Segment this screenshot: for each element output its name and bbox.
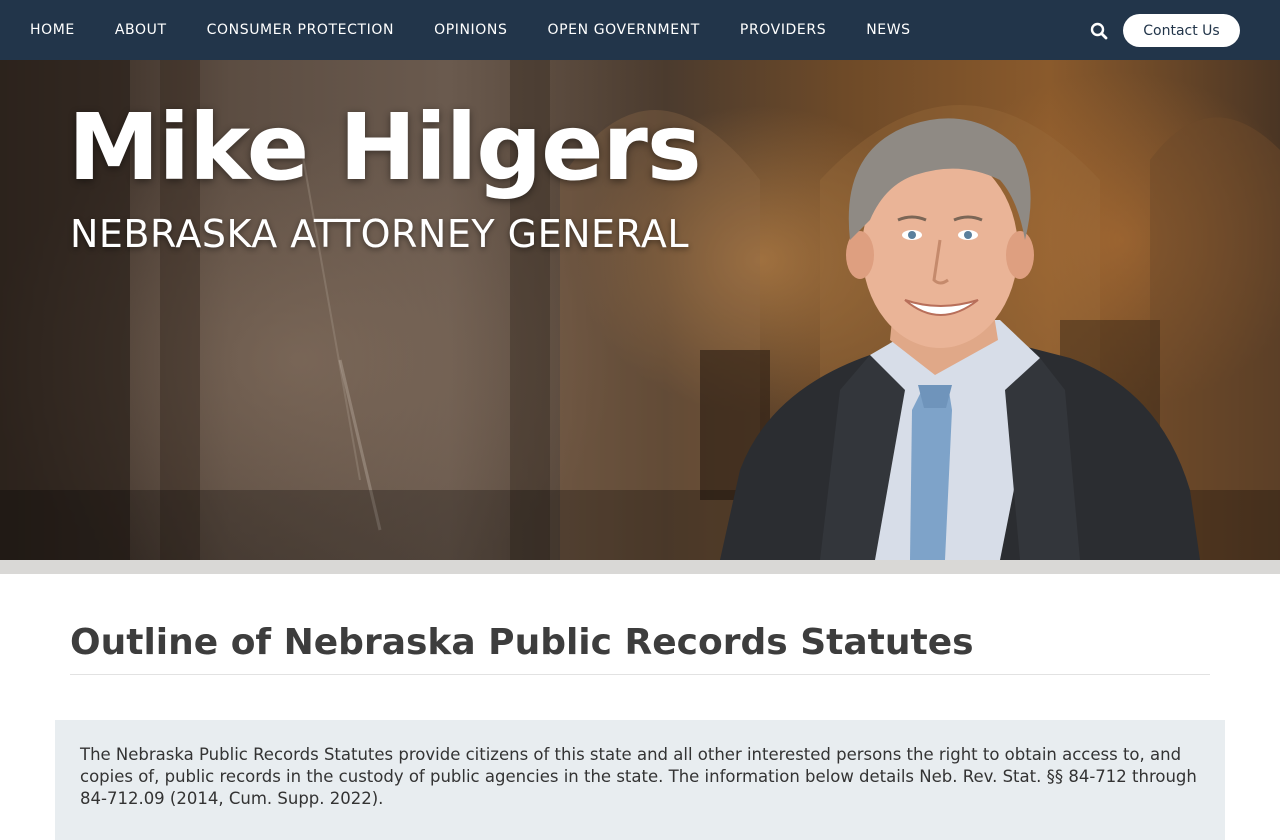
nav-item-open-government[interactable]: OPEN GOVERNMENT	[547, 22, 699, 38]
nav-item-about[interactable]: ABOUT	[115, 22, 167, 38]
nav-item-providers[interactable]: PROVIDERS	[740, 22, 826, 38]
nav-item-opinions[interactable]: OPINIONS	[434, 22, 507, 38]
hero-subtitle: NEBRASKA ATTORNEY GENERAL	[70, 212, 690, 256]
attorney-general-portrait	[720, 118, 1200, 560]
nav-item-home[interactable]: HOME	[30, 22, 75, 38]
search-icon[interactable]	[1088, 20, 1110, 42]
nav-item-consumer-protection[interactable]: CONSUMER PROTECTION	[207, 22, 394, 38]
hero-banner: Mike Hilgers NEBRASKA ATTORNEY GENERAL	[0, 60, 1280, 560]
hero-divider	[0, 560, 1280, 574]
intro-panel: The Nebraska Public Records Statutes pro…	[55, 720, 1225, 840]
top-navigation: HOME ABOUT CONSUMER PROTECTION OPINIONS …	[0, 0, 1280, 60]
main-menu: HOME ABOUT CONSUMER PROTECTION OPINIONS …	[0, 0, 951, 60]
contact-us-button[interactable]: Contact Us	[1123, 14, 1240, 47]
nav-item-news[interactable]: NEWS	[866, 22, 910, 38]
intro-paragraph: The Nebraska Public Records Statutes pro…	[80, 745, 1197, 808]
title-divider	[70, 674, 1210, 675]
page-title: Outline of Nebraska Public Records Statu…	[70, 622, 974, 663]
hero-title: Mike Hilgers	[68, 94, 702, 201]
